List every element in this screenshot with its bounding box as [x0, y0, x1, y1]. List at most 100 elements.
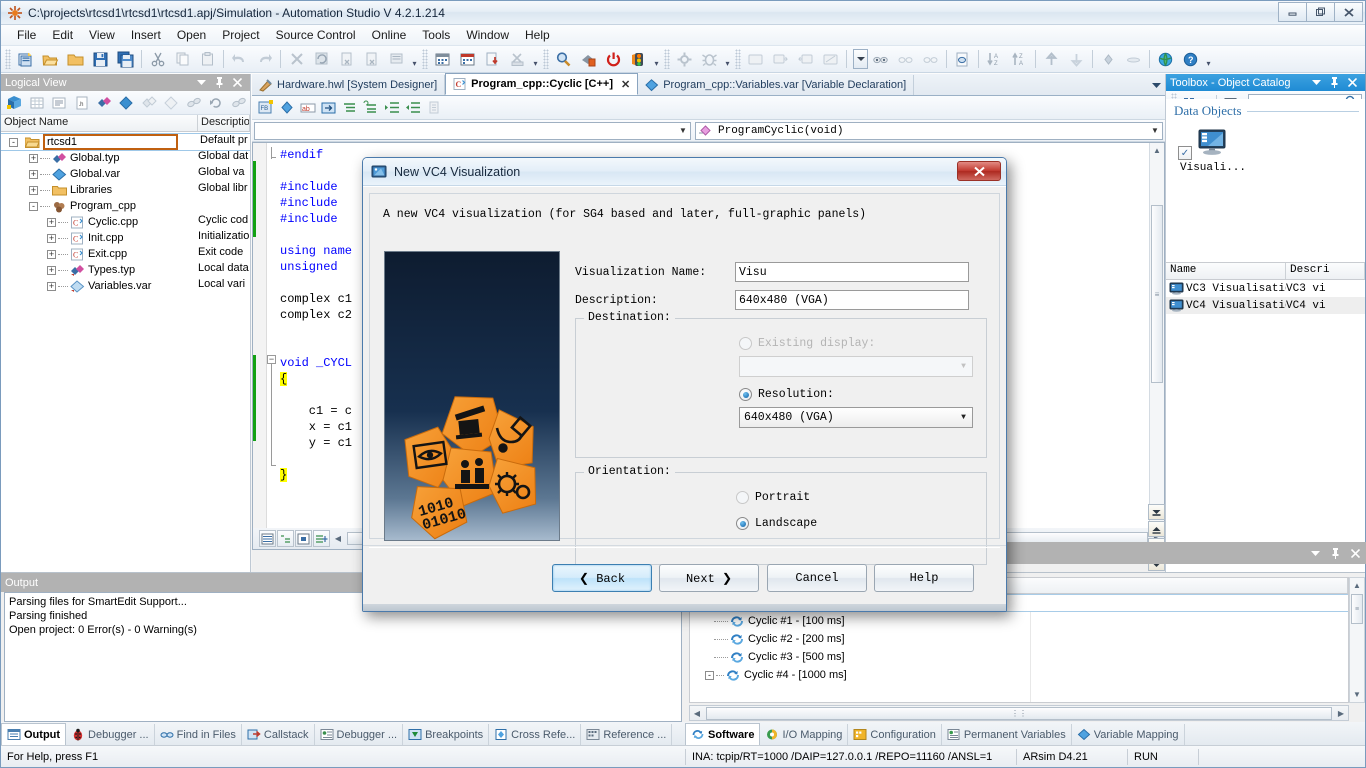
tab-close-icon[interactable]: ✕ — [621, 78, 630, 91]
tab-software[interactable]: Software — [685, 723, 761, 745]
tree-row-libraries[interactable]: + Libraries Global libr — [1, 182, 250, 198]
menu-project[interactable]: Project — [214, 26, 267, 44]
rename-icon[interactable]: ab — [298, 98, 317, 117]
add-watch-icon[interactable] — [313, 530, 330, 547]
outline-icon[interactable] — [340, 98, 359, 117]
menu-online[interactable]: Online — [364, 26, 415, 44]
move-up-icon[interactable] — [1040, 48, 1063, 70]
code-folding-margin[interactable]: − — [267, 143, 280, 549]
description-input[interactable]: 640x480 (VGA) — [735, 290, 969, 310]
toolbar-overflow[interactable]: ▾ — [722, 48, 733, 70]
dialog-close-button[interactable] — [957, 161, 1001, 181]
rebuild-icon[interactable] — [310, 48, 333, 70]
code-vertical-scrollbar[interactable]: ▲ ≡ — [1149, 143, 1164, 549]
menu-tools[interactable]: Tools — [414, 26, 458, 44]
tree-label-rtcsd1[interactable]: rtcsd1 — [43, 134, 178, 150]
toolbar-grip[interactable] — [422, 49, 428, 69]
close-button[interactable] — [1334, 2, 1363, 22]
existing-display-combo[interactable]: ▼ — [739, 356, 973, 377]
software-tree-label[interactable]: Cyclic #2 - [200 ms] — [748, 633, 845, 645]
build-doc2-icon[interactable] — [360, 48, 383, 70]
watch-clear-icon[interactable] — [951, 48, 974, 70]
open-icon[interactable] — [39, 48, 62, 70]
portrait-radio-row[interactable]: Portrait — [736, 491, 978, 504]
expander-icon[interactable]: + — [47, 249, 56, 259]
toolbar-overflow[interactable]: ▾ — [409, 48, 420, 70]
menu-edit[interactable]: Edit — [44, 26, 81, 44]
properties-icon[interactable] — [385, 48, 408, 70]
open-folder-icon[interactable] — [64, 48, 87, 70]
back-button[interactable]: ❮ Back — [552, 564, 652, 592]
build-all-icon[interactable] — [456, 48, 479, 70]
tab-callstack[interactable]: Callstack — [242, 724, 315, 745]
menu-open[interactable]: Open — [169, 26, 214, 44]
chevron-down-icon[interactable]: ▼ — [955, 408, 972, 427]
sort-za-icon[interactable]: ZA — [1008, 48, 1031, 70]
fold-toggle-icon[interactable]: − — [267, 355, 276, 364]
line-icon[interactable] — [1122, 48, 1145, 70]
expander-icon[interactable]: + — [47, 217, 56, 227]
function-block-icon[interactable]: FB — [256, 98, 275, 117]
list-icon[interactable] — [49, 93, 69, 113]
expander-icon[interactable]: + — [47, 281, 56, 291]
monitor-doc-icon[interactable] — [819, 48, 842, 70]
expander-icon[interactable]: + — [47, 265, 56, 275]
toolbar-overflow[interactable]: ▾ — [530, 48, 541, 70]
tree-label-global-var[interactable]: Global.var — [70, 168, 120, 180]
var-file-icon[interactable] — [116, 93, 136, 113]
scroll-left-icon[interactable]: ◀ — [331, 532, 345, 546]
scroll-thumb[interactable]: ⋮⋮ — [706, 706, 1332, 720]
tree-row-program-cpp[interactable]: - Program_cpp — [1, 198, 250, 214]
toolbar-grip[interactable] — [664, 49, 670, 69]
nav-function-select[interactable]: ProgramCyclic(void) ▼ — [695, 121, 1163, 140]
var-file-disabled-icon[interactable] — [161, 93, 181, 113]
cut-icon[interactable] — [146, 48, 169, 70]
tab-debugger-1[interactable]: Debugger ... — [66, 724, 155, 745]
paste-icon[interactable] — [196, 48, 219, 70]
column-object-name[interactable]: Object Name — [1, 115, 198, 131]
tree-label-init-cpp[interactable]: Init.cpp — [88, 232, 123, 244]
help-button[interactable]: Help — [874, 564, 974, 592]
tree-label-libraries[interactable]: Libraries — [70, 184, 112, 196]
existing-display-radio-row[interactable]: Existing display: — [739, 337, 978, 350]
toolbar-overflow[interactable]: ▾ — [1203, 48, 1214, 70]
scroll-thumb[interactable]: ≡ — [1351, 594, 1363, 624]
minimize-button[interactable] — [1278, 2, 1307, 22]
monitor3-icon[interactable] — [794, 48, 817, 70]
pin-icon[interactable] — [1330, 547, 1341, 559]
toolbar-grip[interactable] — [5, 49, 11, 69]
resolution-combo[interactable]: 640x480 (VGA) ▼ — [739, 407, 973, 428]
goto-icon[interactable] — [319, 98, 338, 117]
transfer-icon[interactable] — [481, 48, 504, 70]
new-project-icon[interactable] — [14, 48, 37, 70]
offline-install-icon[interactable] — [577, 48, 600, 70]
tree-row-types-typ[interactable]: + Types.typ Local data — [1, 262, 250, 278]
column-description[interactable]: Descri — [1286, 263, 1365, 279]
variable-icon[interactable] — [277, 98, 296, 117]
tree-label-types-typ[interactable]: Types.typ — [88, 264, 135, 276]
expander-icon[interactable]: - — [705, 670, 714, 680]
expander-icon[interactable]: + — [29, 185, 38, 195]
snippet-icon[interactable] — [424, 98, 443, 117]
tree-label-exit-cpp[interactable]: Exit.cpp — [88, 248, 127, 260]
data-object-visualization[interactable]: ✓ Visuali... — [1178, 129, 1365, 174]
expander-icon[interactable]: + — [47, 233, 56, 243]
copy-icon[interactable] — [171, 48, 194, 70]
toolbar-grip[interactable] — [543, 49, 549, 69]
software-horizontal-scrollbar[interactable]: ◀ ⋮⋮ ▶ — [689, 705, 1349, 721]
tree-label-cyclic-cpp[interactable]: Cyclic.cpp — [88, 216, 138, 228]
globe-icon[interactable] — [1154, 48, 1177, 70]
menu-view[interactable]: View — [81, 26, 123, 44]
close-icon[interactable] — [1350, 548, 1361, 559]
goto-prev-icon[interactable] — [1148, 521, 1165, 537]
menu-file[interactable]: File — [9, 26, 44, 44]
tree-row-global-var[interactable]: + Global.var Global va — [1, 166, 250, 182]
outline-view-icon[interactable] — [277, 530, 294, 547]
catalog-list[interactable]: VC3 Visualisation VC3 vi VC4 Visualisati… — [1166, 280, 1365, 572]
toolbar-grip[interactable] — [735, 49, 741, 69]
maximize-button[interactable] — [1306, 2, 1335, 22]
pin-icon[interactable] — [214, 77, 225, 88]
sort-az-icon[interactable]: AZ — [983, 48, 1006, 70]
pin-icon[interactable] — [1329, 77, 1340, 88]
menu-window[interactable]: Window — [458, 26, 517, 44]
